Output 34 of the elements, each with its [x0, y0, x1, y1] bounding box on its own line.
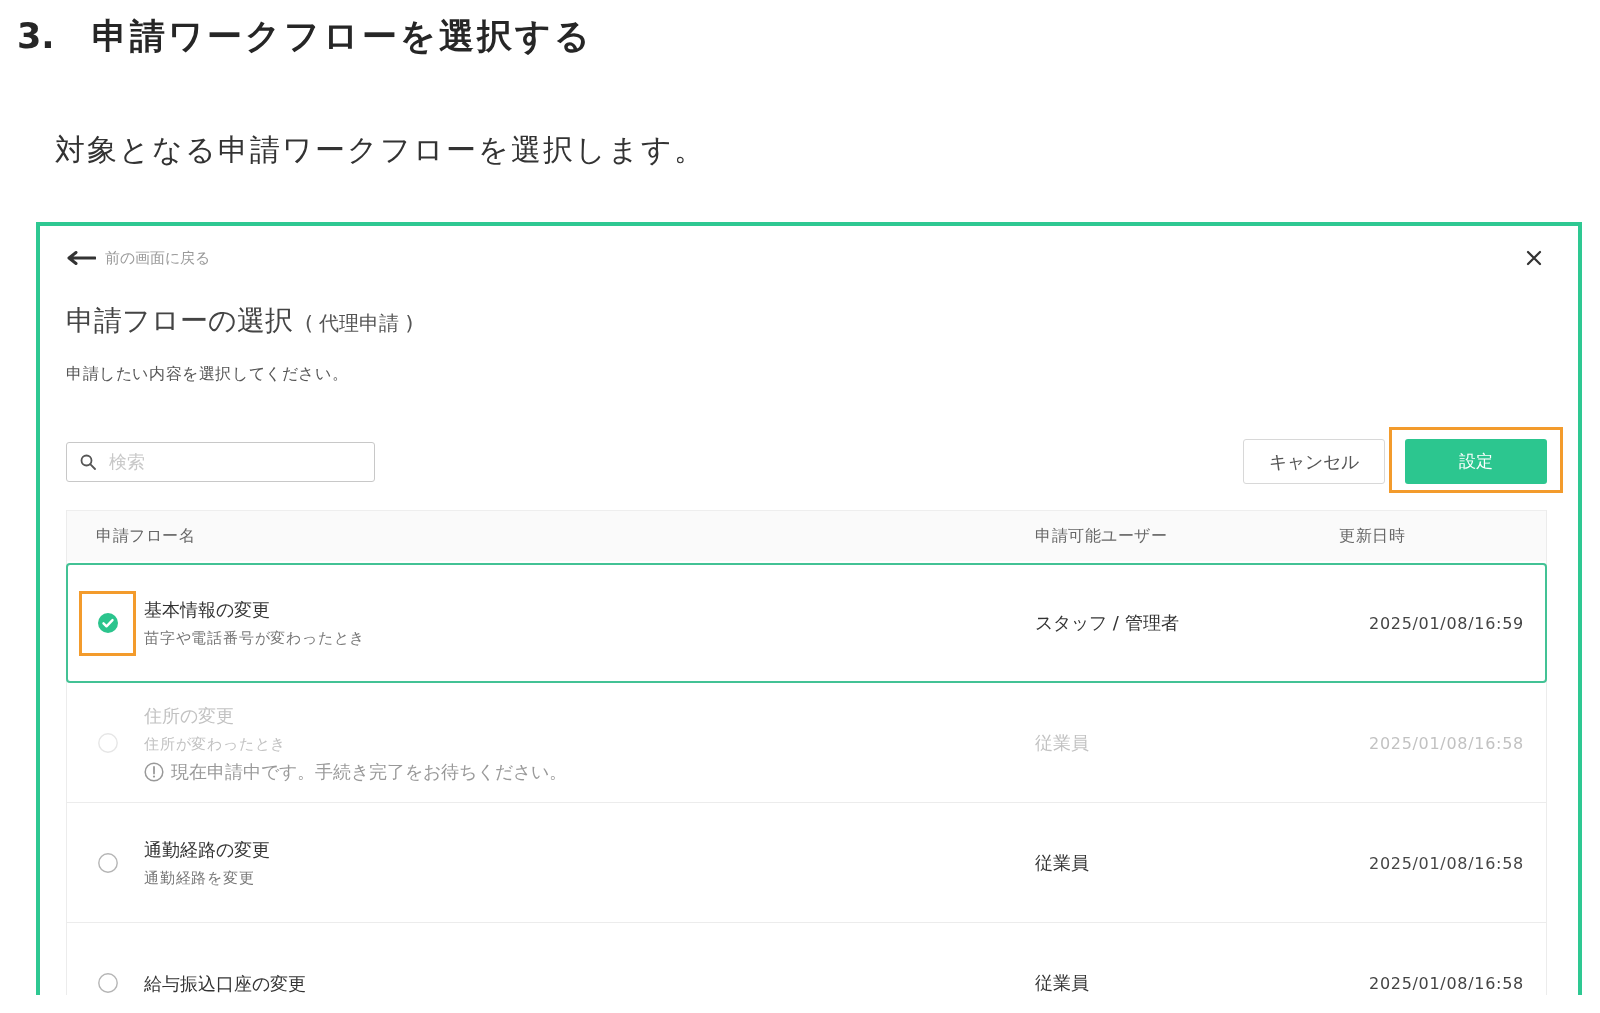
- column-header: 更新日時: [1339, 525, 1405, 545]
- radio-button[interactable]: [97, 613, 118, 633]
- dialog-title: 申請フローの選択: [66, 303, 293, 339]
- radio-button[interactable]: [97, 853, 118, 873]
- flow-name: 住所の変更: [144, 703, 234, 728]
- column-header: 申請可能ユーザー: [1035, 525, 1167, 545]
- flow-row[interactable]: 基本情報の変更 苗字や電話番号が変わったとき スタッフ / 管理者 2025/01/08/16:59: [66, 563, 1547, 683]
- users-cell: 従業員: [1035, 972, 1089, 993]
- column-header: 申請フロー名: [96, 525, 195, 545]
- date-cell: 2025/01/08/16:58: [1369, 973, 1524, 993]
- radio-button[interactable]: [97, 973, 118, 993]
- flow-name: 通勤経路の変更: [144, 837, 270, 862]
- flow-description: 通勤経路を変更: [144, 867, 255, 889]
- notice-text: 現在申請中です。手続き完了をお待ちください。: [171, 759, 567, 784]
- intro-text: 対象となる申請ワークフローを選択します。: [55, 131, 706, 169]
- dialog-button[interactable]: キャンセル: [1243, 439, 1385, 484]
- date-cell: 2025/01/08/16:59: [1369, 613, 1524, 633]
- dialog-description: 申請したい内容を選択してください。: [66, 363, 349, 385]
- date-cell: 2025/01/08/16:58: [1369, 853, 1524, 873]
- step-title: 申請ワークフローを選択する: [92, 14, 593, 58]
- search-icon: [80, 453, 96, 470]
- back-arrow-icon: [66, 251, 96, 265]
- flow-name: 給与振込口座の変更: [144, 971, 306, 995]
- close-icon[interactable]: [1526, 250, 1542, 266]
- flow-description: 住所が変わったとき: [144, 733, 287, 755]
- step-number: 3.: [17, 16, 56, 56]
- flow-name: 基本情報の変更: [144, 597, 270, 622]
- users-cell: 従業員: [1035, 732, 1089, 753]
- date-cell: 2025/01/08/16:58: [1369, 733, 1524, 753]
- flow-description: 苗字や電話番号が変わったとき: [144, 627, 366, 649]
- dialog-title-note: ( 代理申請 ): [305, 310, 414, 337]
- exclamation-icon: [144, 761, 164, 782]
- users-cell: スタッフ / 管理者: [1035, 612, 1179, 633]
- users-cell: 従業員: [1035, 852, 1089, 873]
